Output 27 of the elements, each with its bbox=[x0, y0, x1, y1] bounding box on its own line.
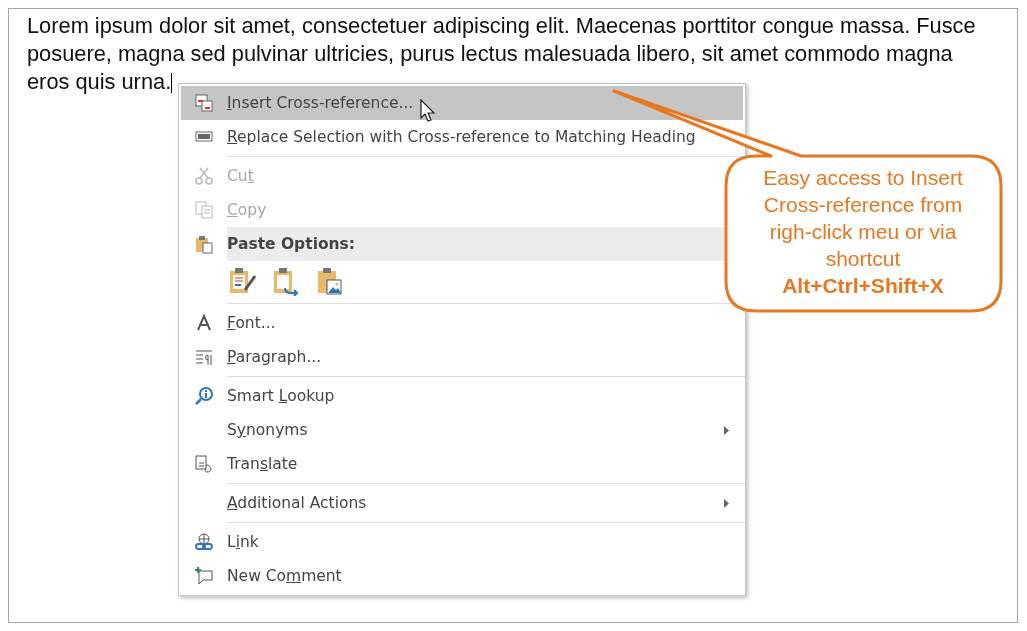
comment-icon bbox=[194, 566, 214, 586]
font-icon bbox=[194, 313, 214, 333]
menu-item[interactable]: Insert Cross-reference... bbox=[181, 86, 743, 120]
callout-text: Easy access to Insert Cross-reference from righ-click meu or via shortcut bbox=[762, 165, 964, 272]
picture-paste-icon bbox=[315, 266, 345, 296]
callout-shortcut: Alt+Ctrl+Shift+X bbox=[782, 273, 944, 299]
copy-icon bbox=[194, 200, 214, 220]
link-icon bbox=[194, 532, 214, 552]
menu-item[interactable]: New Comment bbox=[181, 559, 743, 593]
merge-formatting-icon bbox=[271, 266, 301, 296]
section-title: Paste Options: bbox=[227, 235, 356, 253]
clipboard-icon bbox=[194, 234, 214, 254]
paragraph-icon bbox=[194, 347, 214, 367]
menu-item[interactable]: Synonyms bbox=[181, 413, 743, 447]
scissors-icon bbox=[194, 166, 214, 186]
translate-icon bbox=[194, 454, 214, 474]
menu-item[interactable]: Font... bbox=[181, 306, 743, 340]
menu-item[interactable]: Translate bbox=[181, 447, 743, 481]
menu-item[interactable]: Smart Lookup bbox=[181, 379, 743, 413]
menu-item[interactable]: Additional Actions bbox=[181, 486, 743, 520]
menu-item[interactable]: Replace Selection with Cross-reference to Matching Heading bbox=[181, 120, 743, 154]
lookup-icon bbox=[194, 386, 214, 406]
keep-formatting-icon bbox=[227, 266, 257, 296]
menu-item[interactable]: Paragraph... bbox=[181, 340, 743, 374]
menu-item[interactable]: Link bbox=[181, 525, 743, 559]
cross-reference-icon bbox=[194, 93, 214, 113]
mouse-pointer-icon bbox=[420, 99, 436, 123]
